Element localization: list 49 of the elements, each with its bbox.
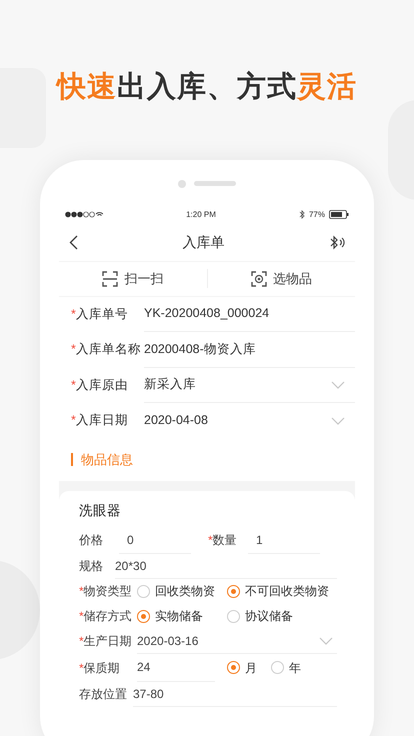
chevron-down-icon: [319, 636, 333, 645]
field-label: *数量: [208, 532, 238, 550]
battery-percent: 77%: [308, 208, 325, 220]
speaker-icon: [194, 181, 236, 186]
select-field[interactable]: 新采入库: [144, 368, 355, 403]
select-field[interactable]: 2020-03-16: [137, 628, 337, 654]
radio-option[interactable]: 月: [227, 658, 257, 677]
headline: 快速出入库、方式灵活: [57, 70, 357, 105]
section-marker: [71, 453, 73, 466]
status-time: 1:20 PM: [186, 208, 216, 220]
input-field[interactable]: 20200408-物资入库: [144, 332, 355, 368]
field-label: *入库单名称: [71, 341, 142, 358]
chevron-down-icon: [331, 416, 345, 425]
field-label: *入库日期: [71, 412, 129, 430]
back-icon[interactable]: [69, 235, 78, 250]
radio-option[interactable]: 年: [271, 658, 301, 677]
item-name: 洗眼器: [79, 502, 122, 520]
input-field[interactable]: 24: [137, 654, 215, 682]
input-field[interactable]: 37-80: [133, 682, 337, 707]
radio-option[interactable]: 不可回收类物资: [227, 582, 329, 600]
signal-icon: [65, 211, 103, 218]
bluetooth-icon[interactable]: [329, 235, 345, 250]
field-label: 规格: [79, 558, 104, 576]
field-label: 存放位置: [79, 686, 128, 704]
camera-icon: [178, 180, 186, 188]
input-field[interactable]: 0: [119, 526, 191, 554]
bluetooth-icon: [298, 210, 305, 219]
radio-option[interactable]: 协议储备: [227, 607, 293, 626]
input-field[interactable]: 1: [248, 526, 320, 554]
scan-icon: [102, 270, 118, 286]
battery-icon: [329, 210, 349, 219]
action-tab[interactable]: 扫一扫: [102, 268, 164, 288]
field-label: *物资类型: [79, 583, 133, 600]
target-icon: [250, 270, 267, 286]
field-label: *生产日期: [79, 633, 133, 650]
input-field[interactable]: YK-20200408_000024: [144, 296, 355, 332]
radio-option[interactable]: 实物储备: [137, 607, 203, 626]
select-field[interactable]: 2020-04-08: [144, 403, 355, 438]
chevron-down-icon: [331, 380, 345, 389]
field-label: *保质期: [79, 660, 121, 677]
field-label: 价格: [79, 532, 104, 550]
field-label: *入库单号: [71, 306, 129, 323]
page-title: 入库单: [182, 233, 224, 252]
action-tab[interactable]: 选物品: [250, 268, 312, 288]
field-label: *储存方式: [79, 608, 133, 626]
section-title: 物品信息: [81, 450, 133, 469]
radio-option[interactable]: 回收类物资: [137, 582, 215, 600]
input-field[interactable]: 20*30: [115, 554, 337, 579]
field-label: *入库原由: [71, 376, 129, 394]
